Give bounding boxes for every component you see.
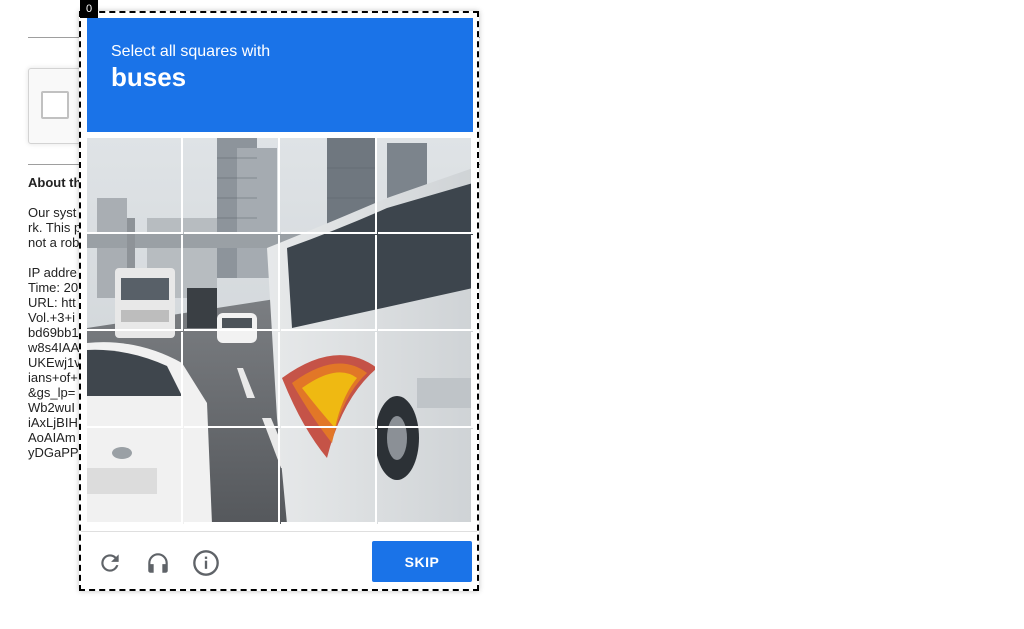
grid-tile[interactable] xyxy=(184,332,280,428)
challenge-instruction: Select all squares with xyxy=(111,43,271,60)
grid-tile[interactable] xyxy=(87,429,183,524)
grid-tile[interactable] xyxy=(184,429,280,524)
grid-tile[interactable] xyxy=(378,138,473,234)
detail-line: Vol.+3+i xyxy=(28,310,75,325)
detail-line: w8s4IAA xyxy=(28,340,80,355)
challenge-header: Select all squares with buses xyxy=(87,18,473,132)
grid-tile[interactable] xyxy=(378,235,473,331)
detail-line: yDGaPP xyxy=(28,445,79,460)
paragraph-line: not a rob xyxy=(28,235,80,250)
detail-line: bd69bb1 xyxy=(28,325,79,340)
detail-line: Time: 20 xyxy=(28,280,79,295)
grid-tile[interactable] xyxy=(281,332,377,428)
audio-icon[interactable] xyxy=(141,546,175,580)
detail-line: ians+of+ xyxy=(28,370,78,385)
grid-tile[interactable] xyxy=(378,332,473,428)
detail-line: AoAIAm xyxy=(28,430,76,445)
element-index-badge: 0 xyxy=(80,0,98,18)
reload-icon[interactable] xyxy=(93,546,127,580)
detail-line: iAxLjBIH xyxy=(28,415,78,430)
detail-line: &gs_lp= xyxy=(28,385,76,400)
grid-tile[interactable] xyxy=(87,235,183,331)
detail-line: IP addre xyxy=(28,265,77,280)
detail-line: Wb2wuI xyxy=(28,400,75,415)
grid-tile[interactable] xyxy=(87,138,183,234)
grid-tile[interactable] xyxy=(87,332,183,428)
paragraph-line: Our syst xyxy=(28,205,77,220)
grid-tile[interactable] xyxy=(281,429,377,524)
grid-tile[interactable] xyxy=(281,138,377,234)
grid-tile[interactable] xyxy=(281,235,377,331)
paragraph-line: rk. This p xyxy=(28,220,82,235)
recaptcha-checkbox[interactable] xyxy=(41,91,69,119)
grid-tile[interactable] xyxy=(184,235,280,331)
info-icon[interactable] xyxy=(189,546,223,580)
detail-line: URL: htt xyxy=(28,295,76,310)
grid-tile[interactable] xyxy=(378,429,473,524)
skip-button[interactable]: SKIP xyxy=(372,541,472,582)
image-grid xyxy=(87,138,473,524)
challenge-target: buses xyxy=(111,62,187,92)
about-heading: About th xyxy=(28,175,82,190)
footer-divider xyxy=(81,531,477,532)
grid-tile[interactable] xyxy=(184,138,280,234)
detail-line: UKEwj1v xyxy=(28,355,81,370)
